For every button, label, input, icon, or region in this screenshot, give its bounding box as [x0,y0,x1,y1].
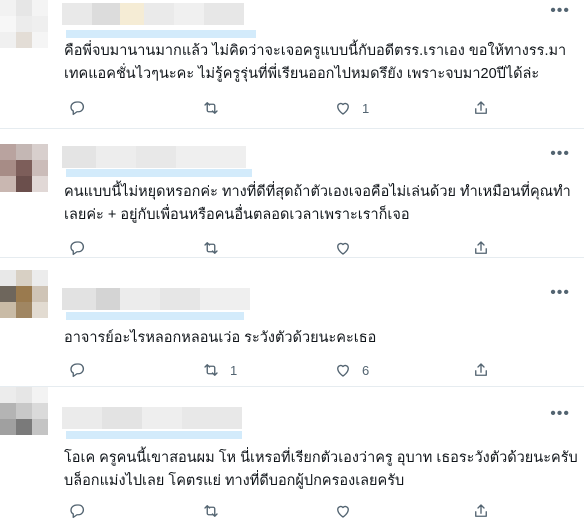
avatar[interactable] [0,387,48,435]
reply-tweet[interactable]: ••• คือพี่จบมานานมากแล้ว ไม่คิดว่าจะเจอค… [0,0,584,129]
tweet-text: คนแบบนี้ไม่หยุดหรอกค่ะ ทางที่ดีที่สุดถ้า… [64,184,571,223]
tweet-actions [64,502,504,522]
share-button[interactable] [472,361,500,379]
author-handle[interactable] [66,30,256,38]
retweet-button[interactable] [202,99,230,117]
retweet-icon [204,102,218,114]
author-handle[interactable] [66,312,244,320]
author-name[interactable] [62,146,252,168]
avatar[interactable] [0,270,48,318]
reply-tweet[interactable]: ••• คนแบบนี้ไม่หยุดหรอกค่ะ ทางที่ดีที่สุ… [0,129,584,258]
share-icon [475,101,487,114]
tweet-text: คือพี่จบมานานมากแล้ว ไม่คิดว่าจะเจอครูแบ… [64,43,567,82]
reply-tweet[interactable]: ••• โอเค ครูคนนี้เขาสอนผม โห นี่เหรอที่เ… [0,387,584,532]
heart-icon [337,102,349,115]
more-dots-icon[interactable]: ••• [550,3,570,19]
tweet-text: โอเค ครูคนนี้เขาสอนผม โห นี่เหรอที่เรียก… [64,450,578,489]
author-name[interactable] [62,288,252,310]
reply-button[interactable] [68,361,96,379]
tweet-actions [64,239,504,259]
retweet-icon [204,505,218,517]
reply-tweet[interactable]: ••• อาจารย์อะไรหลอกหลอนเว่อ ระวังตัวด้วย… [0,258,584,387]
reply-button[interactable] [68,502,96,520]
author-handle[interactable] [66,431,242,439]
more-dots-icon[interactable]: ••• [550,146,570,162]
reply-icon [70,101,85,116]
heart-icon [337,364,349,377]
more-dots-icon[interactable]: ••• [550,285,570,301]
avatar[interactable] [0,144,48,192]
avatar[interactable] [0,0,48,48]
like-button[interactable]: 6 [334,361,369,379]
reply-icon [70,241,85,256]
share-icon [475,504,487,517]
like-button[interactable]: 1 [334,99,369,117]
retweet-icon [204,364,218,376]
share-icon [475,363,487,376]
retweet-button[interactable] [202,502,230,520]
share-button[interactable] [472,99,500,117]
tweet-actions: 1 6 [64,361,504,381]
more-dots-icon[interactable]: ••• [550,406,570,422]
author-handle[interactable] [66,169,252,177]
heart-icon [337,505,349,518]
share-icon [475,241,487,254]
share-button[interactable] [472,239,500,257]
reply-button[interactable] [68,239,96,257]
share-button[interactable] [472,502,500,520]
like-button[interactable] [334,239,362,257]
like-button[interactable] [334,502,362,520]
heart-icon [337,242,349,255]
retweet-icon [204,242,218,254]
author-name[interactable] [62,3,252,25]
tweet-actions: 1 [64,99,504,119]
author-name[interactable] [62,407,252,429]
reply-icon [70,504,85,519]
retweet-button[interactable]: 1 [202,361,237,379]
tweet-text: อาจารย์อะไรหลอกหลอนเว่อ ระวังตัวด้วยนะคะ… [64,330,377,346]
retweet-button[interactable] [202,239,230,257]
reply-icon [70,363,85,378]
reply-button[interactable] [68,99,96,117]
